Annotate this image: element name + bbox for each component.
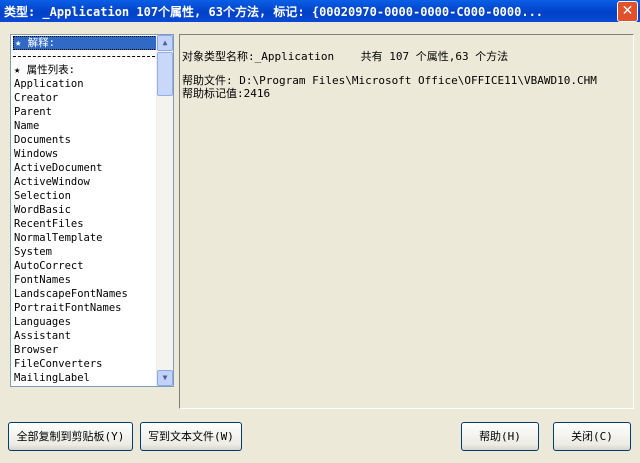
title-bar[interactable]: 类型: _Application 107个属性, 63个方法, 标记: {000… — [0, 0, 640, 22]
list-item[interactable]: RecentFiles — [13, 217, 157, 231]
list-item[interactable]: ActiveDocument — [13, 161, 157, 175]
scroll-thumb[interactable] — [157, 52, 173, 96]
list-item[interactable]: ActiveWindow — [13, 175, 157, 189]
list-item[interactable]: Documents — [13, 133, 157, 147]
list-item[interactable]: Selection — [13, 189, 157, 203]
window-title: 类型: _Application 107个属性, 63个方法, 标记: {000… — [4, 5, 544, 19]
copy-all-to-clipboard-button[interactable]: 全部复制到剪贴板(Y) — [8, 422, 133, 451]
list-item[interactable]: Creator — [13, 91, 157, 105]
list-item[interactable]: MailingLabel — [13, 371, 157, 385]
list-item[interactable]: LandscapeFontNames — [13, 287, 157, 301]
write-to-text-file-button[interactable]: 写到文本文件(W) — [140, 422, 242, 451]
help-context-id: 帮助标记值:2416 — [182, 87, 271, 100]
arrow-up-icon: ▲ — [162, 38, 168, 47]
object-type-info: 对象类型名称:_Application 共有 107 个属性,63 个方法 — [182, 50, 509, 63]
arrow-down-icon: ▼ — [162, 373, 168, 382]
list-header-properties[interactable]: ★ 属性列表: — [13, 63, 157, 77]
list-item[interactable]: AutoCorrect — [13, 259, 157, 273]
close-icon: ✕ — [621, 3, 634, 19]
list-item[interactable]: Parent — [13, 105, 157, 119]
info-panel: 对象类型名称:_Application 共有 107 个属性,63 个方法 帮助… — [179, 34, 634, 409]
list-item[interactable]: FontNames — [13, 273, 157, 287]
member-listbox[interactable]: ★ 解释: ★ 属性列表: Application Creator Parent Na… — [10, 34, 174, 387]
list-item[interactable]: Name — [13, 119, 157, 133]
close-window-button[interactable]: ✕ — [617, 1, 638, 22]
list-item[interactable]: Browser — [13, 343, 157, 357]
help-button[interactable]: 帮助(H) — [461, 422, 539, 451]
list-item[interactable]: WordBasic — [13, 203, 157, 217]
list-item[interactable]: Windows — [13, 147, 157, 161]
scroll-up-button[interactable]: ▲ — [157, 35, 173, 51]
close-button[interactable]: 关闭(C) — [553, 422, 631, 451]
list-scrollbar[interactable]: ▲ ▼ — [156, 35, 173, 386]
list-header-explanation[interactable]: ★ 解释: — [13, 36, 157, 50]
scroll-down-button[interactable]: ▼ — [157, 370, 173, 386]
list-item[interactable]: System — [13, 245, 157, 259]
list-item[interactable]: PortraitFontNames — [13, 301, 157, 315]
list-item[interactable]: NormalTemplate — [13, 231, 157, 245]
list-item[interactable]: FileConverters — [13, 357, 157, 371]
list-item[interactable]: Assistant — [13, 329, 157, 343]
list-separator — [13, 50, 155, 57]
member-list: ★ 解释: ★ 属性列表: Application Creator Parent Na… — [13, 36, 157, 385]
list-item[interactable]: Application — [13, 77, 157, 91]
list-item[interactable]: Languages — [13, 315, 157, 329]
